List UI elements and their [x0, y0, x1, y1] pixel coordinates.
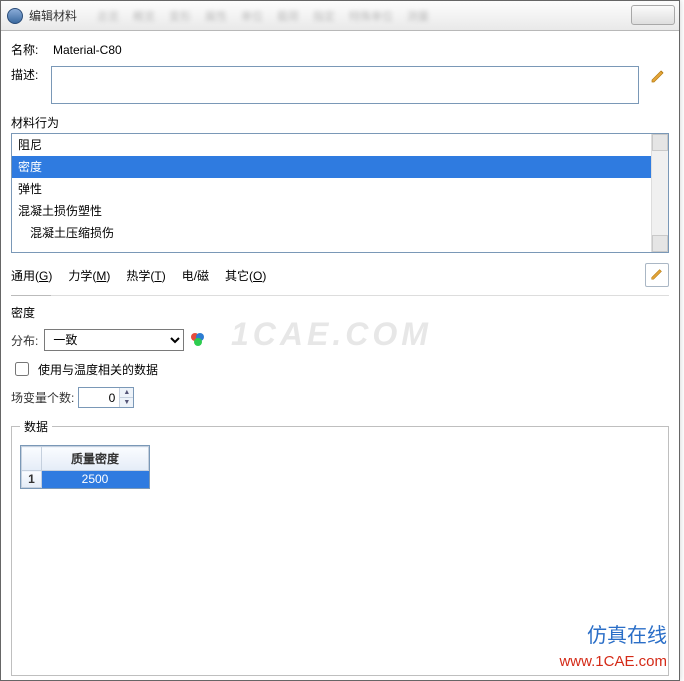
- column-mass-density[interactable]: 质量密度: [42, 447, 149, 471]
- material-menu-bar: 通用(G) 力学(M) 热学(T) 电/磁 其它(O): [11, 263, 669, 287]
- row-index[interactable]: 1: [22, 471, 42, 488]
- menu-general[interactable]: 通用(G): [11, 267, 52, 284]
- distribution-select[interactable]: 一致: [44, 329, 184, 351]
- behaviors-scrollbar[interactable]: [651, 134, 668, 252]
- temperature-dependent-label: 使用与温度相关的数据: [38, 361, 158, 378]
- spinner-up-icon[interactable]: ▲: [120, 388, 133, 398]
- spinner-down-icon[interactable]: ▼: [120, 398, 133, 407]
- field-variable-count-label: 场变量个数:: [11, 389, 74, 406]
- menu-other[interactable]: 其它(O): [225, 267, 266, 284]
- description-row: 描述:: [11, 66, 669, 104]
- menu-thermal[interactable]: 热学(T): [126, 267, 165, 284]
- behavior-item-density[interactable]: 密度: [12, 156, 651, 178]
- behaviors-list-area[interactable]: 阻尼 密度 弹性 混凝土损伤塑性 混凝土压缩损伤: [12, 134, 651, 252]
- field-variable-spinner[interactable]: ▲ ▼: [78, 387, 134, 408]
- data-group: 数据 质量密度 1 2500: [11, 418, 669, 676]
- name-label: 名称:: [11, 41, 51, 58]
- color-field-icon: [190, 336, 206, 350]
- data-legend: 数据: [20, 418, 52, 435]
- material-name-field[interactable]: [51, 42, 669, 58]
- distribution-label: 分布:: [11, 332, 38, 349]
- material-behaviors-label: 材料行为: [11, 114, 669, 131]
- separator: [11, 295, 669, 296]
- material-behaviors-list: 阻尼 密度 弹性 混凝土损伤塑性 混凝土压缩损伤: [11, 133, 669, 253]
- app-icon: [7, 8, 23, 24]
- edit-behavior-button[interactable]: [645, 263, 669, 287]
- behavior-item-compression-damage[interactable]: 混凝土压缩损伤: [12, 222, 651, 244]
- edit-description-button[interactable]: [647, 66, 669, 88]
- behavior-item-elastic[interactable]: 弹性: [12, 178, 651, 200]
- temperature-dependent-checkbox[interactable]: [15, 362, 29, 376]
- mass-density-cell[interactable]: 2500: [42, 471, 149, 488]
- scroll-up-icon[interactable]: [652, 134, 668, 151]
- content-area: 名称: 描述: 材料行为 阻尼 密度 弹性 混凝土损伤塑性 混凝土压缩损伤: [1, 31, 679, 680]
- scroll-down-icon[interactable]: [652, 235, 668, 252]
- window-title: 编辑材料: [29, 7, 77, 24]
- close-button[interactable]: [631, 5, 675, 25]
- behavior-item-cdp[interactable]: 混凝土损伤塑性: [12, 200, 651, 222]
- pencil-icon: [650, 68, 666, 87]
- menu-mechanical[interactable]: 力学(M): [68, 267, 110, 284]
- field-variable-count-row: 场变量个数: ▲ ▼: [11, 387, 669, 408]
- titlebar: 编辑材料 总览 概览 变形 属性 单位 载荷 指定 特殊单位 测量: [1, 1, 679, 31]
- table-row[interactable]: 1 2500: [22, 471, 149, 488]
- menu-electromagnetic[interactable]: 电/磁: [182, 267, 209, 284]
- table-corner: [22, 447, 42, 471]
- create-field-button[interactable]: [190, 331, 206, 350]
- blurred-background-menus: 总览 概览 变形 属性 单位 载荷 指定 特殊单位 测量: [97, 8, 429, 24]
- density-table[interactable]: 质量密度 1 2500: [20, 445, 150, 489]
- density-section-title: 密度: [11, 304, 669, 321]
- distribution-row: 分布: 一致: [11, 329, 669, 351]
- pencil-icon: [650, 267, 664, 284]
- edit-material-dialog: 编辑材料 总览 概览 变形 属性 单位 载荷 指定 特殊单位 测量 名称: 描述…: [0, 0, 680, 681]
- name-row: 名称:: [11, 41, 669, 58]
- behavior-item-damping[interactable]: 阻尼: [12, 134, 651, 156]
- description-label: 描述:: [11, 66, 51, 83]
- field-variable-input[interactable]: [79, 388, 119, 407]
- description-field[interactable]: [51, 66, 639, 104]
- temperature-dependent-row: 使用与温度相关的数据: [11, 359, 669, 379]
- table-header-row: 质量密度: [22, 447, 149, 471]
